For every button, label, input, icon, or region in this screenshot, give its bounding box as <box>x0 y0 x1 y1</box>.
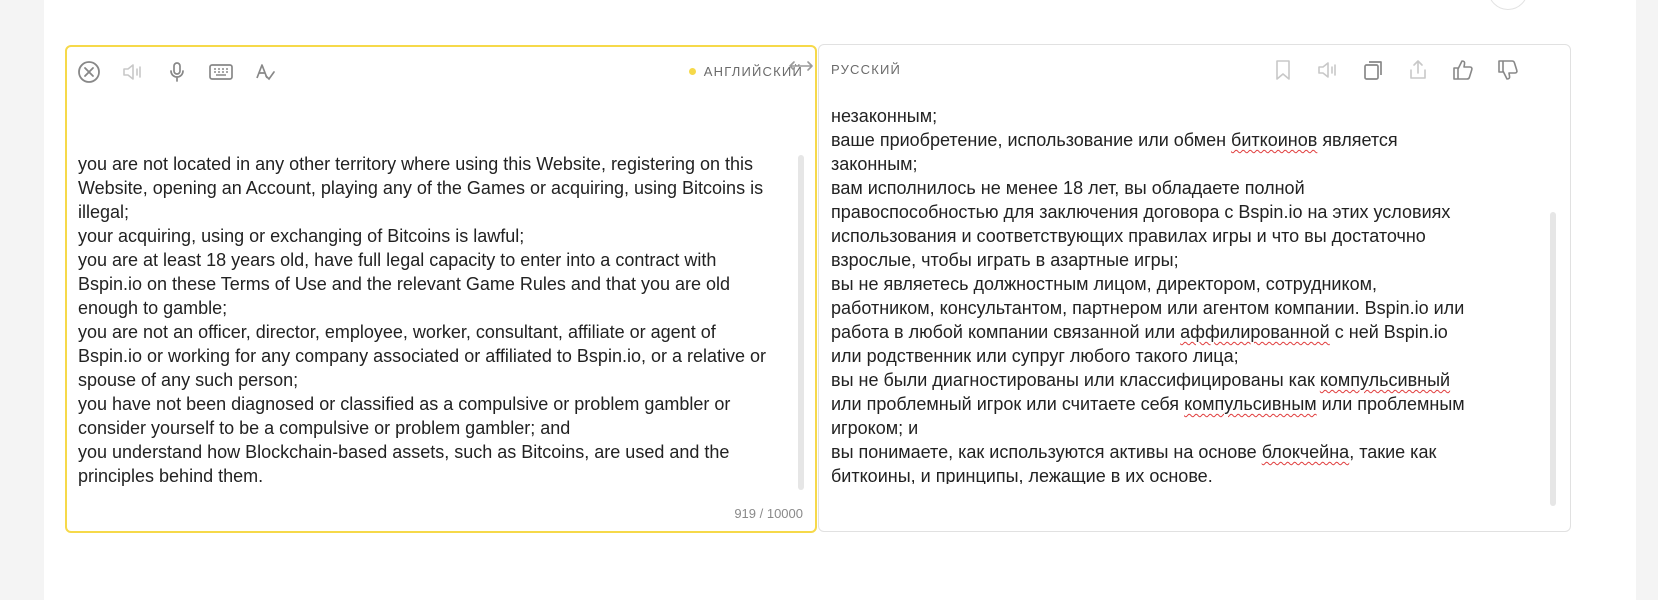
translation-line: или родственник или супруг любого такого… <box>831 344 1521 368</box>
target-language-selector[interactable]: РУССКИЙ <box>831 62 901 77</box>
thumbs-up-icon <box>1451 58 1475 82</box>
swap-languages-button[interactable] <box>784 59 818 77</box>
translation-line: ваше приобретение, использование или обм… <box>831 128 1521 152</box>
target-listen-button[interactable] <box>1313 55 1343 85</box>
translation-text: вы понимаете, как используются активы на… <box>831 442 1262 462</box>
translation-line: биткоины, и принципы, лежащие в их основ… <box>831 464 1521 484</box>
spelling-error-word: биткоины <box>831 466 911 484</box>
virtual-keyboard-button[interactable] <box>206 57 236 87</box>
thumbs-down-button[interactable] <box>1493 55 1523 85</box>
translation-text: незаконным; <box>831 106 938 126</box>
translation-line: вы не были диагностированы или классифиц… <box>831 368 1521 392</box>
clear-button[interactable] <box>74 57 104 87</box>
translation-text: вы не являетесь должностным лицом, дирек… <box>831 274 1377 294</box>
clear-icon <box>77 60 101 84</box>
translation-text: ваше приобретение, использование или обм… <box>831 130 1232 150</box>
translation-line: вы не являетесь должностным лицом, дирек… <box>831 272 1521 296</box>
translation-text: , такие как <box>1349 442 1437 462</box>
bookmark-icon <box>1271 58 1295 82</box>
translation-line: вам исполнилось не менее 18 лет, вы обла… <box>831 176 1521 200</box>
translation-line: работником, консультантом, партнером или… <box>831 296 1521 320</box>
translation-line: законным; <box>831 152 1521 176</box>
top-round-button[interactable] <box>1488 0 1528 10</box>
target-panel: РУССКИЙ незаконным; ваше приобретение, и… <box>818 44 1571 532</box>
keyboard-icon <box>208 60 234 84</box>
translation-text: вы не были диагностированы или классифиц… <box>831 370 1320 390</box>
spelling-error-word: компульсивный <box>1319 370 1451 390</box>
microphone-icon <box>165 60 189 84</box>
translation-text: или проблемным <box>1316 394 1465 414</box>
swap-arrows-icon <box>788 59 814 78</box>
bookmark-button[interactable] <box>1268 55 1298 85</box>
target-scrollbar[interactable] <box>1550 212 1556 506</box>
speaker-muted-icon <box>121 60 145 84</box>
translation-text: законным; <box>831 154 918 174</box>
speaker-muted-icon <box>1316 58 1340 82</box>
translation-line: вы понимаете, как используются активы на… <box>831 440 1521 464</box>
target-toolbar: РУССКИЙ <box>819 45 1570 95</box>
copy-button[interactable] <box>1358 55 1388 85</box>
translation-text: с ней Bspin.io <box>1329 322 1448 342</box>
translation-text: взрослые, чтобы играть в азартные игры; <box>831 250 1179 270</box>
share-icon <box>1406 58 1430 82</box>
source-toolbar: АНГЛИЙСКИЙ <box>67 47 815 97</box>
translation-text: использования и соответствующих правилах… <box>831 226 1426 246</box>
spelling-error-word: аффилированной <box>1180 322 1330 342</box>
source-scrollbar[interactable] <box>798 155 804 490</box>
translation-line: правоспособностью для заключения договор… <box>831 200 1521 224</box>
translation-output: незаконным; ваше приобретение, использова… <box>831 104 1521 484</box>
copy-icon <box>1361 58 1385 82</box>
translation-line: незаконным; <box>831 104 1521 128</box>
thumbs-down-icon <box>1496 58 1520 82</box>
source-text-input[interactable]: you are not located in any other territo… <box>78 152 768 492</box>
spelling-error-word: биткоинов <box>1231 130 1318 150</box>
char-counter: 919 / 10000 <box>734 506 803 521</box>
translation-text: вам исполнилось не менее 18 лет, вы обла… <box>831 178 1305 198</box>
spellcheck-button[interactable] <box>250 57 280 87</box>
translation-text: правоспособностью для заключения договор… <box>831 202 1451 222</box>
translation-line: или проблемный игрок или считаете себя к… <box>831 392 1521 416</box>
spelling-error-word: блокчейна <box>1261 442 1350 462</box>
translation-line: игроком; и <box>831 416 1521 440</box>
translation-text: работником, консультантом, партнером или… <box>831 298 1465 318</box>
thumbs-up-button[interactable] <box>1448 55 1478 85</box>
page: АНГЛИЙСКИЙ you are not located in any ot… <box>44 0 1636 600</box>
translation-text: или проблемный игрок или считаете себя <box>831 394 1185 414</box>
detected-language-dot <box>688 68 696 76</box>
translation-text: является <box>1317 130 1398 150</box>
translation-text: работа в любой компании связанной или <box>831 322 1181 342</box>
source-listen-button[interactable] <box>118 57 148 87</box>
translation-text: игроком; и <box>831 418 919 438</box>
translation-text: , и принципы, лежащие в их основе. <box>910 466 1213 484</box>
source-panel: АНГЛИЙСКИЙ you are not located in any ot… <box>65 45 817 533</box>
target-language-label: РУССКИЙ <box>831 62 902 77</box>
translation-line: использования и соответствующих правилах… <box>831 224 1521 248</box>
translation-text: или родственник или супруг любого такого… <box>831 346 1239 366</box>
translation-line: работа в любой компании связанной или аф… <box>831 320 1521 344</box>
spellcheck-icon <box>253 60 277 84</box>
translation-line: взрослые, чтобы играть в азартные игры; <box>831 248 1521 272</box>
share-button[interactable] <box>1403 55 1433 85</box>
voice-input-button[interactable] <box>162 57 192 87</box>
spelling-error-word: компульсивным <box>1184 394 1317 414</box>
